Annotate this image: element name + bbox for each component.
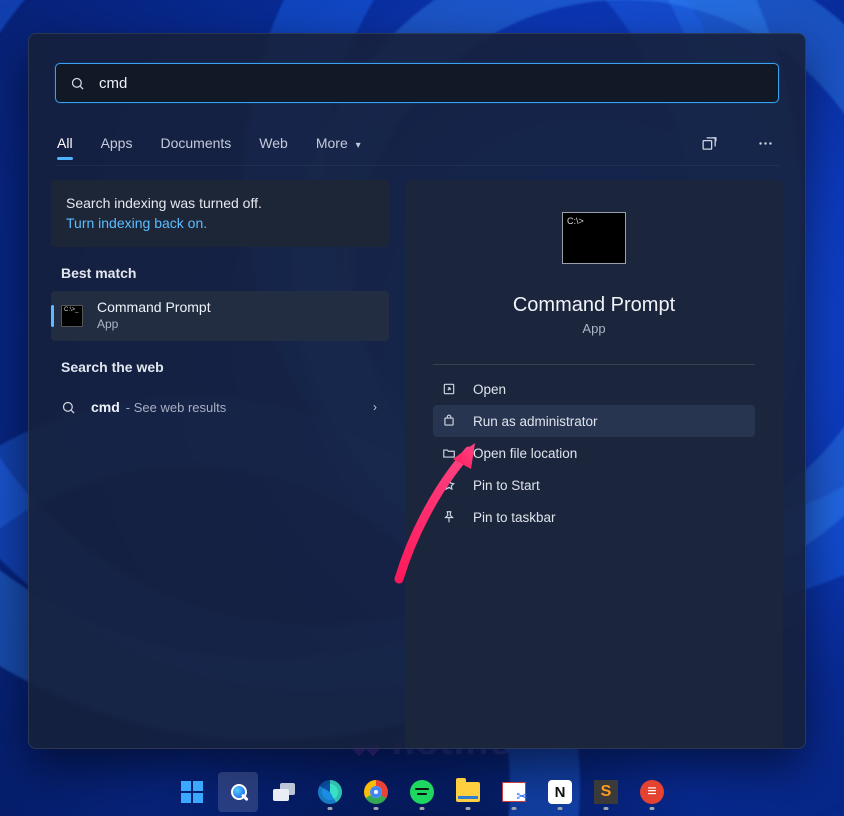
tab-apps[interactable]: Apps [101, 127, 133, 159]
cmd-icon [61, 305, 83, 327]
web-query: cmd [91, 399, 120, 415]
taskbar-search[interactable] [218, 772, 258, 812]
taskbar-todoist[interactable]: ≡ [632, 772, 672, 812]
shield-icon [441, 414, 457, 428]
tab-more[interactable]: More ▾ [316, 127, 361, 159]
action-open[interactable]: Open [433, 373, 755, 405]
more-options-button[interactable] [751, 129, 779, 157]
action-pin-to-taskbar[interactable]: Pin to taskbar [433, 501, 755, 533]
search-icon [70, 76, 85, 91]
action-label: Open file location [473, 446, 577, 461]
snipping-icon: ✂ [502, 782, 526, 802]
result-subtitle: App [97, 316, 211, 333]
taskbar-sublime[interactable]: S [586, 772, 626, 812]
chevron-right-icon: › [373, 400, 377, 414]
notion-icon: N [548, 780, 572, 804]
taskbar-edge[interactable] [310, 772, 350, 812]
preview-pane: Command Prompt App Open [405, 180, 783, 749]
action-label: Pin to Start [473, 478, 540, 493]
turn-indexing-on-link[interactable]: Turn indexing back on. [66, 213, 374, 233]
taskbar-start[interactable] [172, 772, 212, 812]
edge-icon [318, 780, 342, 804]
tab-all[interactable]: All [57, 127, 73, 159]
indexing-notice: Search indexing was turned off. Turn ind… [51, 180, 389, 247]
notice-text: Search indexing was turned off. [66, 193, 374, 213]
taskbar-chrome[interactable] [356, 772, 396, 812]
sublime-icon: S [594, 780, 618, 804]
action-label: Open [473, 382, 506, 397]
taskbar-task-view[interactable] [264, 772, 304, 812]
open-new-window-button[interactable] [695, 129, 723, 157]
preview-title: Command Prompt [433, 294, 755, 317]
tab-documents[interactable]: Documents [160, 127, 231, 159]
search-input[interactable] [97, 74, 764, 93]
taskbar: ✂ N S ≡ [0, 768, 844, 816]
spotify-icon [410, 780, 434, 804]
action-pin-to-start[interactable]: Pin to Start [433, 469, 755, 501]
chrome-icon [364, 780, 388, 804]
action-open-file-location[interactable]: Open file location [433, 437, 755, 469]
cmd-large-icon [562, 212, 626, 264]
taskbar-spotify[interactable] [402, 772, 442, 812]
taskbar-snipping[interactable]: ✂ [494, 772, 534, 812]
result-title: Command Prompt [97, 299, 211, 316]
search-bar[interactable] [55, 63, 779, 103]
todoist-icon: ≡ [640, 780, 664, 804]
folder-icon [456, 782, 480, 802]
taskbar-explorer[interactable] [448, 772, 488, 812]
section-best-match: Best match [61, 265, 389, 281]
web-hint: - See web results [126, 400, 226, 415]
action-run-as-admin[interactable]: Run as administrator [433, 405, 755, 437]
open-icon [441, 382, 457, 396]
folder-icon [441, 446, 457, 460]
tab-web[interactable]: Web [259, 127, 288, 159]
taskbar-notion[interactable]: N [540, 772, 580, 812]
divider [433, 364, 755, 365]
search-icon [227, 781, 249, 803]
pin-icon [441, 510, 457, 524]
action-label: Pin to taskbar [473, 510, 556, 525]
result-command-prompt[interactable]: Command Prompt App [51, 291, 389, 341]
action-label: Run as administrator [473, 414, 598, 429]
search-window: All Apps Documents Web More ▾ Search ind… [28, 33, 806, 749]
windows-logo-icon [181, 781, 203, 803]
pin-icon [441, 478, 457, 492]
chevron-down-icon: ▾ [356, 140, 361, 151]
search-icon [61, 400, 77, 415]
section-search-web: Search the web [61, 359, 389, 375]
preview-subtitle: App [433, 321, 755, 336]
filter-tabs: All Apps Documents Web More ▾ [57, 121, 779, 166]
result-web-search[interactable]: cmd - See web results › [51, 385, 389, 429]
task-view-icon [273, 783, 295, 801]
